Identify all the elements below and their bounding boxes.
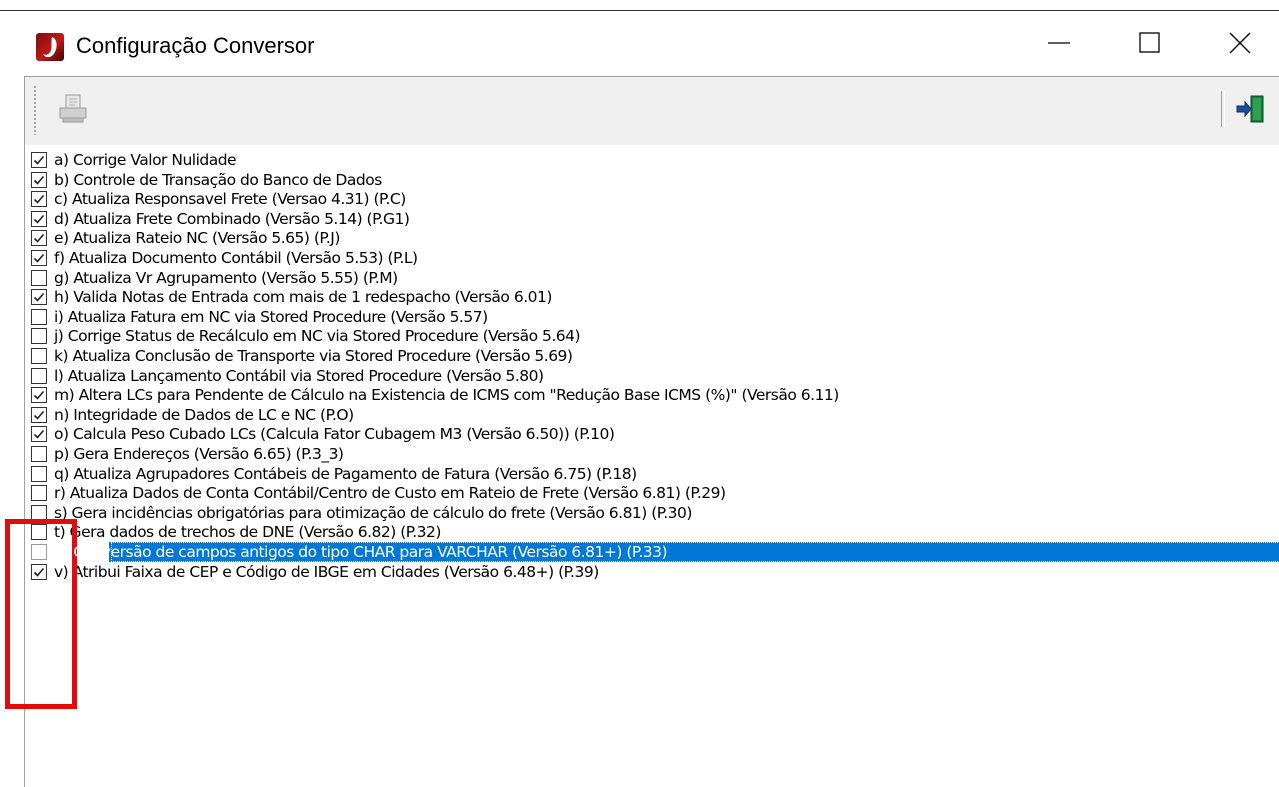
checkmark-icon — [33, 234, 45, 244]
list-item[interactable]: k) Atualiza Conclusão de Transporte via … — [25, 346, 1279, 366]
maximize-button[interactable] — [1120, 11, 1180, 75]
item-label: g) Atualiza Vr Agrupamento (Versão 5.55)… — [54, 268, 398, 287]
list-item[interactable]: t) Gera dados de trechos de DNE (Versão … — [25, 522, 1279, 542]
checkmark-icon — [33, 430, 45, 440]
list-item[interactable]: j) Corrige Status de Recálculo em NC via… — [25, 326, 1279, 346]
item-label: o) Calcula Peso Cubado LCs (Calcula Fato… — [54, 425, 615, 444]
item-label: e) Atualiza Rateio NC (Versão 5.65) (P.J… — [54, 229, 340, 248]
item-checkbox[interactable] — [31, 348, 47, 364]
list-item[interactable]: b) Controle de Transação do Banco de Dad… — [25, 170, 1279, 190]
item-label: f) Atualiza Documento Contábil (Versão 5… — [54, 249, 418, 267]
item-checkbox[interactable] — [31, 210, 47, 227]
item-checkbox[interactable] — [31, 171, 47, 188]
checkmark-icon — [33, 391, 45, 400]
toolbar — [24, 76, 1279, 146]
item-checkbox[interactable] — [31, 485, 47, 502]
item-label: l) Atualiza Lançamento Contábil via Stor… — [54, 366, 544, 385]
list-item[interactable]: p) Gera Endereços (Versão 6.65) (P.3_3) — [25, 444, 1279, 464]
list-item[interactable]: u) Conversão de campos antigos do tipo C… — [25, 542, 1279, 562]
list-item[interactable]: r) Atualiza Dados de Conta Contábil/Cent… — [25, 483, 1279, 503]
item-checkbox[interactable] — [31, 289, 47, 306]
toolbar-separator — [1221, 91, 1225, 127]
exit-door-icon — [1236, 95, 1264, 123]
checkmark-icon — [33, 293, 45, 302]
item-label: h) Valida Notas de Entrada com mais de 1… — [54, 288, 552, 307]
list-item[interactable]: v) Atribui Faixa de CEP e Código de IBGE… — [25, 562, 1279, 582]
item-label: n) Integridade de Dados de LC e NC (P.O) — [54, 405, 354, 424]
checkmark-icon — [33, 410, 45, 420]
list-item[interactable]: g) Atualiza Vr Agrupamento (Versão 5.55)… — [25, 268, 1279, 288]
list-item[interactable]: m) Altera LCs para Pendente de Cálculo n… — [25, 385, 1279, 405]
top-border — [0, 0, 1279, 11]
item-label: t) Gera dados de trechos de DNE (Versão … — [54, 523, 441, 542]
window-title: Configuração Conversor — [76, 33, 315, 58]
item-checkbox[interactable] — [31, 328, 47, 345]
item-label: p) Gera Endereços (Versão 6.65) (P.3_3) — [54, 445, 344, 463]
list-item[interactable]: f) Atualiza Documento Contábil (Versão 5… — [25, 248, 1279, 268]
minimize-icon — [1048, 42, 1070, 44]
item-label: i) Atualiza Fatura em NC via Stored Proc… — [54, 307, 488, 326]
list-item[interactable]: o) Calcula Peso Cubado LCs (Calcula Fato… — [25, 424, 1279, 444]
close-button[interactable] — [1210, 11, 1270, 75]
item-label: s) Gera incidências obrigatórias para ot… — [54, 503, 692, 522]
item-label: q) Atualiza Agrupadores Contábeis de Pag… — [54, 464, 637, 483]
checkmark-icon — [33, 175, 45, 185]
list-item[interactable]: c) Atualiza Responsavel Frete (Versao 4.… — [25, 189, 1279, 209]
printer-icon — [59, 94, 87, 123]
checkmark-icon — [33, 195, 45, 204]
item-checkbox[interactable] — [31, 406, 47, 423]
list-item[interactable]: d) Atualiza Frete Combinado (Versão 5.14… — [25, 209, 1279, 229]
item-checkbox[interactable] — [31, 191, 47, 208]
list-item[interactable]: a) Corrige Valor Nulidade — [25, 150, 1279, 170]
list-item[interactable]: e) Atualiza Rateio NC (Versão 5.65) (P.J… — [25, 228, 1279, 248]
checkmark-icon — [33, 214, 45, 224]
item-checkbox[interactable] — [31, 367, 47, 384]
item-checkbox[interactable] — [31, 250, 47, 266]
item-label: d) Atualiza Frete Combinado (Versão 5.14… — [54, 209, 410, 228]
item-label: k) Atualiza Conclusão de Transporte via … — [54, 347, 573, 365]
maximize-icon — [1139, 32, 1160, 53]
toolbar-grip[interactable] — [33, 85, 37, 135]
item-checkbox[interactable] — [31, 426, 47, 443]
item-checkbox[interactable] — [31, 152, 47, 168]
option-checklist[interactable]: a) Corrige Valor Nulidade b) Controle de … — [24, 145, 1279, 787]
item-label: c) Atualiza Responsavel Frete (Versao 4.… — [54, 190, 406, 209]
item-checkbox[interactable] — [31, 230, 47, 247]
checkmark-icon — [33, 155, 45, 165]
list-item[interactable]: l) Atualiza Lançamento Contábil via Stor… — [25, 366, 1279, 386]
exit-button[interactable] — [1231, 89, 1271, 129]
item-label: a) Corrige Valor Nulidade — [54, 151, 237, 169]
item-label: r) Atualiza Dados de Conta Contábil/Cent… — [54, 484, 726, 503]
item-label: v) Atribui Faixa de CEP e Código de IBGE… — [54, 562, 599, 581]
app-logo-icon — [36, 33, 64, 61]
minimize-button[interactable] — [1030, 11, 1090, 75]
checkmark-icon — [33, 253, 45, 263]
list-item[interactable]: n) Integridade de Dados de LC e NC (P.O) — [25, 405, 1279, 425]
item-checkbox[interactable] — [31, 387, 47, 404]
print-button[interactable] — [53, 89, 93, 129]
item-checkbox[interactable] — [31, 308, 47, 325]
list-item[interactable]: h) Valida Notas de Entrada com mais de 1… — [25, 287, 1279, 307]
item-checkbox[interactable] — [31, 269, 47, 286]
close-icon — [1229, 32, 1251, 54]
item-checkbox[interactable] — [31, 465, 47, 482]
item-label: b) Controle de Transação do Banco de Dad… — [54, 170, 382, 189]
list-item[interactable]: i) Atualiza Fatura em NC via Stored Proc… — [25, 307, 1279, 327]
list-item[interactable]: q) Atualiza Agrupadores Contábeis de Pag… — [25, 464, 1279, 484]
item-label: m) Altera LCs para Pendente de Cálculo n… — [54, 386, 839, 405]
list-item[interactable]: s) Gera incidências obrigatórias para ot… — [25, 503, 1279, 523]
focus-rectangle — [111, 542, 1279, 562]
item-label: j) Corrige Status de Recálculo em NC via… — [54, 327, 581, 346]
item-checkbox[interactable] — [31, 446, 47, 462]
